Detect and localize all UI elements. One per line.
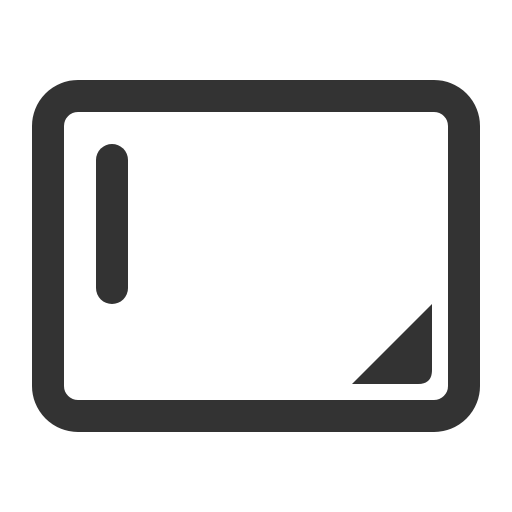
side-bar-handle: [96, 144, 128, 304]
tablet-window-icon: [32, 80, 480, 432]
corner-fold-triangle: [352, 304, 432, 384]
icon-canvas: [0, 0, 512, 512]
